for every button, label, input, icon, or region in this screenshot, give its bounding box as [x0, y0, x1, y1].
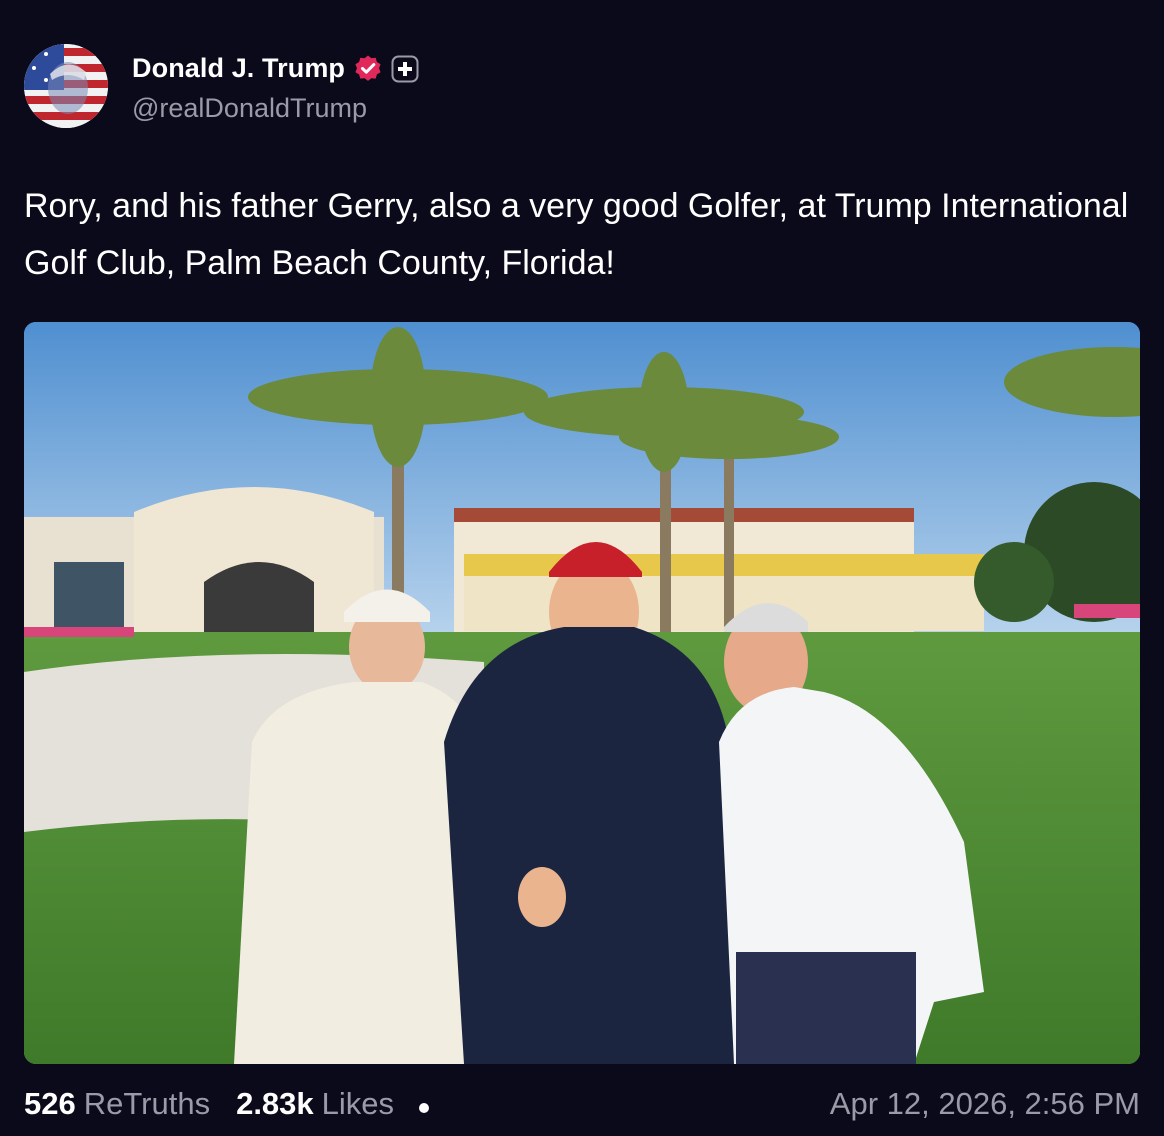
- retruths-label: ReTruths: [83, 1086, 211, 1121]
- likes-stat[interactable]: 2.83k Likes: [236, 1086, 394, 1122]
- author-names: Donald J. Trump @realDonaldTrump: [132, 49, 419, 124]
- author-display-name[interactable]: Donald J. Trump: [132, 53, 345, 84]
- verified-badge-icon: [355, 55, 381, 81]
- post-image[interactable]: [24, 322, 1140, 1064]
- post-text: Rory, and his father Gerry, also a very …: [24, 187, 1129, 282]
- plus-badge-icon: [391, 55, 419, 82]
- author-handle[interactable]: @realDonaldTrump: [132, 93, 419, 124]
- post-timestamp[interactable]: Apr 12, 2026, 2:56 PM: [830, 1086, 1140, 1122]
- retruths-count: 526: [24, 1086, 76, 1121]
- dot-icon: [419, 1103, 430, 1113]
- likes-label: Likes: [321, 1086, 395, 1121]
- retruths-stat[interactable]: 526 ReTruths: [24, 1086, 210, 1122]
- post-header: Donald J. Trump @realDonaldTrump: [24, 42, 419, 130]
- avatar[interactable]: [24, 44, 108, 128]
- truth-post: Donald J. Trump @realDonaldTrump Rory, a…: [0, 0, 1164, 1136]
- post-footer: 526 ReTruths 2.83k Likes Apr 12, 2026, 2…: [24, 1082, 1140, 1126]
- name-row: Donald J. Trump: [132, 49, 419, 89]
- likes-count: 2.83k: [236, 1086, 314, 1121]
